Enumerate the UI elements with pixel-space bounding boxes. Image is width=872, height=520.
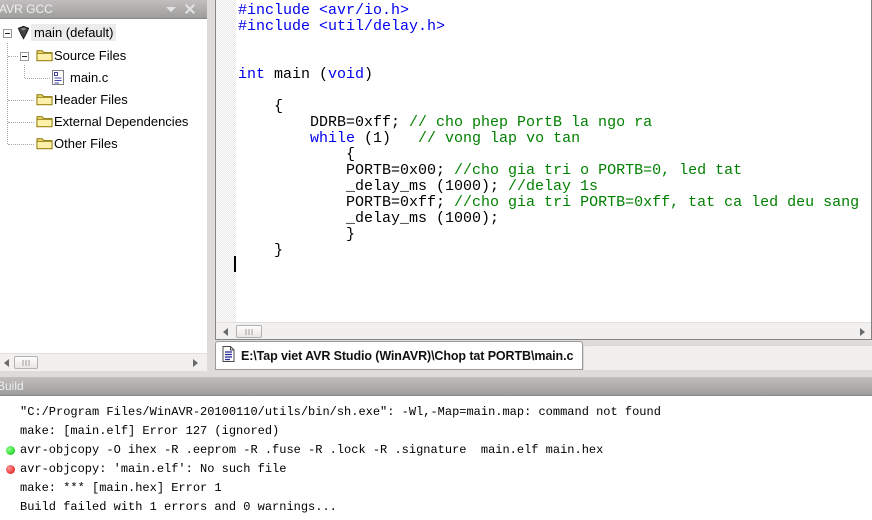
code-line: DDRB=0xff; // cho phep PortB la ngo ra [238, 114, 653, 131]
code-line: _delay_ms (1000); [238, 210, 500, 227]
scroll-left-icon[interactable] [223, 328, 228, 336]
build-output-line: make: [main.elf] Error 127 (ignored) [0, 422, 872, 441]
tree-item-label: main (default) [31, 24, 117, 41]
text-caret [234, 256, 236, 272]
scrollbar-thumb[interactable] [14, 356, 38, 369]
code-line: int main (void) [238, 66, 374, 83]
scroll-right-icon[interactable] [860, 328, 865, 336]
file-tab-main-c[interactable]: E:\Tap viet AVR Studio (WinAVR)\Chop tat… [215, 341, 584, 370]
tree-item-header-files[interactable]: Header Files [0, 89, 207, 111]
build-output-text: make: *** [main.hex] Error 1 [20, 481, 222, 495]
project-panel: AVR GCC main (default) Source Files main.c… [0, 0, 207, 371]
code-line: _delay_ms (1000); //delay 1s [238, 178, 599, 195]
expander-minus-icon[interactable] [20, 52, 29, 61]
editor-window: #include <avr/io.h> #include <util/delay.… [215, 0, 872, 340]
build-panel-header: Build [0, 377, 872, 396]
tree-item-external-dependencies[interactable]: External Dependencies [0, 111, 207, 133]
build-output-line: avr-objcopy: 'main.elf': No such file [0, 460, 872, 479]
scroll-left-icon[interactable] [4, 359, 9, 367]
tree-item-source-files[interactable]: Source Files [0, 45, 207, 67]
build-panel: Build "C:/Program Files/WinAVR-20100110/… [0, 377, 872, 520]
build-output-text: Build failed with 1 errors and 0 warning… [20, 500, 337, 514]
code-line: { [238, 146, 356, 163]
project-tree: main (default) Source Files main.c Header F… [0, 19, 207, 353]
build-output-line: "C:/Program Files/WinAVR-20100110/utils/… [0, 403, 872, 422]
build-output-line: make: *** [main.hex] Error 1 [0, 479, 872, 498]
code-line: } [238, 242, 284, 259]
dropdown-arrow-icon[interactable] [165, 4, 177, 15]
file-tab-label: E:\Tap viet AVR Studio (WinAVR)\Chop tat… [241, 348, 574, 363]
expander-minus-icon[interactable] [3, 29, 12, 38]
build-panel-title: Build [0, 379, 24, 393]
editor-selection-margin[interactable] [216, 0, 236, 322]
build-output-line: avr-objcopy -O ihex -R .eeprom -R .fuse … [0, 441, 872, 460]
scroll-right-icon[interactable] [193, 359, 198, 367]
code-line: #include <util/delay.h> [238, 18, 446, 35]
document-icon [222, 346, 235, 365]
code-line: PORTB=0xff; //cho gia tri PORTB=0xff, ta… [238, 194, 860, 211]
code-line: { [238, 98, 284, 115]
code-line: #include <avr/io.h> [238, 2, 410, 19]
tree-item-label: Header Files [54, 92, 128, 107]
code-line: while (1) // vong lap vo tan [310, 130, 581, 147]
editor-tab-row: E:\Tap viet AVR Studio (WinAVR)\Chop tat… [215, 341, 872, 370]
code-line: } [238, 226, 356, 243]
build-output-text: avr-objcopy: 'main.elf': No such file [20, 462, 287, 476]
code-line: PORTB=0x00; //cho gia tri o PORTB=0, led… [238, 162, 743, 179]
build-output[interactable]: "C:/Program Files/WinAVR-20100110/utils/… [0, 397, 872, 520]
tree-item-main-c[interactable]: main.c [0, 67, 207, 89]
code-editor[interactable]: #include <avr/io.h> #include <util/delay.… [236, 0, 871, 322]
build-output-text: make: [main.elf] Error 127 (ignored) [20, 424, 280, 438]
editor-hscrollbar[interactable] [216, 322, 871, 339]
tree-item-label: Other Files [54, 136, 118, 151]
tree-item-label: External Dependencies [54, 114, 189, 129]
tree-item-main-default[interactable]: main (default) [0, 22, 207, 44]
project-panel-header: AVR GCC [0, 0, 207, 19]
project-panel-hscrollbar[interactable] [0, 353, 207, 371]
status-error-icon [6, 465, 15, 474]
build-output-text: "C:/Program Files/WinAVR-20100110/utils/… [20, 405, 661, 419]
scrollbar-thumb[interactable] [236, 325, 262, 338]
avr-studio-window: AVR GCC main (default) Source Files main.c… [0, 0, 872, 520]
tree-item-other-files[interactable]: Other Files [0, 133, 207, 155]
build-output-text: avr-objcopy -O ihex -R .eeprom -R .fuse … [20, 443, 604, 457]
tab-strip-background [583, 345, 872, 370]
close-icon[interactable] [185, 4, 197, 15]
tree-item-label: main.c [70, 70, 109, 85]
build-output-line: Build failed with 1 errors and 0 warning… [0, 498, 872, 517]
status-ok-icon [6, 446, 15, 455]
tree-item-label: Source Files [54, 48, 127, 63]
project-panel-title: AVR GCC [0, 2, 53, 16]
